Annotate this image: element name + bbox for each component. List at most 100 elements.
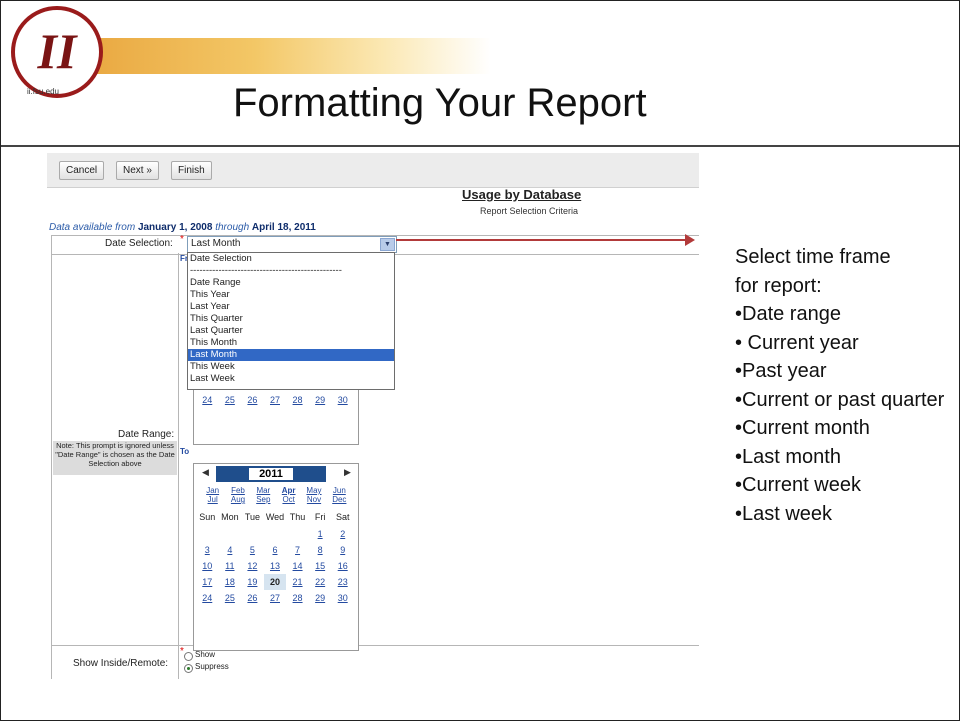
calendar-day[interactable]: 29 [309,590,332,606]
dropdown-option[interactable]: ----------------------------------------… [188,265,394,277]
calendar-day[interactable]: 30 [331,590,354,606]
next-year-icon[interactable]: ▶ [344,467,351,478]
from-calendar-days: 24 25 26 27 28 29 30 [196,392,354,408]
avail-through: through [215,222,250,233]
date-selection-dropdown: Date Selection --------------------------… [187,252,395,390]
slide-title: Formatting Your Report [233,81,647,125]
calendar-day[interactable]: 24 [196,590,219,606]
weekday-label: Wed [265,512,285,522]
next-button[interactable]: Next » [116,161,159,180]
calendar-day[interactable]: 12 [241,558,264,574]
dropdown-option[interactable]: This Year [188,289,394,301]
calendar-day[interactable]: 25 [219,590,242,606]
calendar-day[interactable]: 11 [219,558,242,574]
calendar-day[interactable]: 2 [331,526,354,542]
report-screenshot: Cancel Next » Finish Usage by Database R… [47,153,699,679]
calendar-day[interactable]: 6 [264,542,287,558]
month-link[interactable]: Jun [327,486,352,495]
dropdown-option[interactable]: Last Year [188,301,394,313]
logo-letters: II [37,23,78,79]
calendar-header: ◀ 2011 ▶ [198,466,354,482]
calendar-day[interactable]: 18 [219,574,242,590]
finish-button[interactable]: Finish [171,161,212,180]
ii-logo: II ii.fsu.edu [11,6,103,98]
calendar-day[interactable]: 28 [286,392,309,408]
calendar-day[interactable]: 14 [286,558,309,574]
calendar-day[interactable]: 19 [241,574,264,590]
month-link[interactable]: Mar [251,486,276,495]
weekday-label: Sun [199,512,216,522]
month-link[interactable]: Jan [200,486,225,495]
dropdown-option[interactable]: Date Selection [188,253,394,265]
month-link[interactable]: Nov [301,495,326,504]
calendar-day[interactable]: 9 [331,542,354,558]
calendar-day[interactable]: 29 [309,392,332,408]
calendar-day[interactable]: 25 [219,392,242,408]
calendar-day[interactable]: 17 [196,574,219,590]
show-radio[interactable] [184,652,193,661]
avail-prefix: Data available from [49,222,136,233]
calendar-day[interactable]: 10 [196,558,219,574]
calendar-day[interactable]: 8 [309,542,332,558]
month-link[interactable]: Apr [276,486,301,495]
calendar-day[interactable]: 26 [241,590,264,606]
wizard-toolbar: Cancel Next » Finish [47,153,699,188]
month-link[interactable]: Aug [225,495,250,504]
dropdown-option[interactable]: Last Month [188,349,394,361]
month-link[interactable]: Dec [327,495,352,504]
sidebar-bullet: •Past year [735,360,827,382]
calendar-day[interactable]: 3 [196,542,219,558]
to-label: To [180,447,190,456]
calendar-day[interactable]: 21 [286,574,309,590]
report-title: Usage by Database [462,187,582,202]
calendar-day[interactable]: 22 [309,574,332,590]
data-availability: Data available from January 1, 2008 thro… [49,222,316,233]
sidebar-bullet: •Last month [735,445,841,468]
avail-from: January 1, 2008 [137,222,213,233]
month-link[interactable]: Oct [276,495,301,504]
sidebar-bullet: •Current month [735,417,870,439]
calendar-day[interactable]: 23 [331,574,354,590]
calendar-day[interactable]: 20 [263,574,287,590]
day-grid: 1 2 3 4 5 6 7 8 9 10 11 12 13 14 15 16 17 18 19 20 21 22 23 24 2… [196,526,354,606]
calendar-day[interactable]: 16 [331,558,354,574]
calendar-year: 2011 [216,466,326,482]
dropdown-option[interactable]: This Quarter [188,313,394,325]
calendar-day[interactable]: 13 [264,558,287,574]
calendar-day[interactable]: 30 [331,392,354,408]
prev-year-icon[interactable]: ◀ [202,467,209,478]
weekday-label: Mon [221,512,239,522]
sidebar-bullet: •Last week [735,502,833,525]
calendar-day[interactable]: 15 [309,558,332,574]
cancel-button[interactable]: Cancel [59,161,105,180]
calendar-day[interactable]: 27 [264,590,287,606]
dropdown-option[interactable]: Last Quarter [188,325,394,337]
sidebar-text: Select time frame for report: •Date rang… [735,243,955,528]
calendar-day[interactable]: 24 [196,392,219,408]
month-link[interactable]: Jul [200,495,225,504]
sidebar-bullet: •Current week [735,474,861,496]
month-link[interactable]: Sep [251,495,276,504]
weekday-header: Sun Mon Tue Wed Thu Fri Sat [196,512,354,522]
logo-url: ii.fsu.edu [27,87,59,96]
month-link[interactable]: May [301,486,326,495]
calendar-day[interactable]: 26 [241,392,264,408]
suppress-radio[interactable] [184,664,193,673]
dropdown-option[interactable]: Date Range [188,277,394,289]
calendar-day[interactable]: 1 [309,526,332,542]
calendar-day[interactable]: 7 [286,542,309,558]
dropdown-option[interactable]: Last Week [188,373,394,385]
calendar-day[interactable]: 28 [286,590,309,606]
calendar-day[interactable]: 5 [241,542,264,558]
date-selection-select[interactable]: Last Month ▼ [187,236,397,253]
dropdown-option[interactable]: This Month [188,337,394,349]
chevron-down-icon[interactable]: ▼ [380,238,395,251]
month-link[interactable]: Feb [225,486,250,495]
calendar-day[interactable]: 4 [219,542,242,558]
sidebar-bullets: •Date range • Current year •Past year •Curr… [735,300,955,528]
calendar-day[interactable]: 27 [264,392,287,408]
slide: II ii.fsu.edu Formatting Your Report Can… [0,0,960,721]
weekday-label: Fri [314,512,326,522]
show-inside-label: Show Inside/Remote: [73,658,169,669]
dropdown-option[interactable]: This Week [188,361,394,373]
